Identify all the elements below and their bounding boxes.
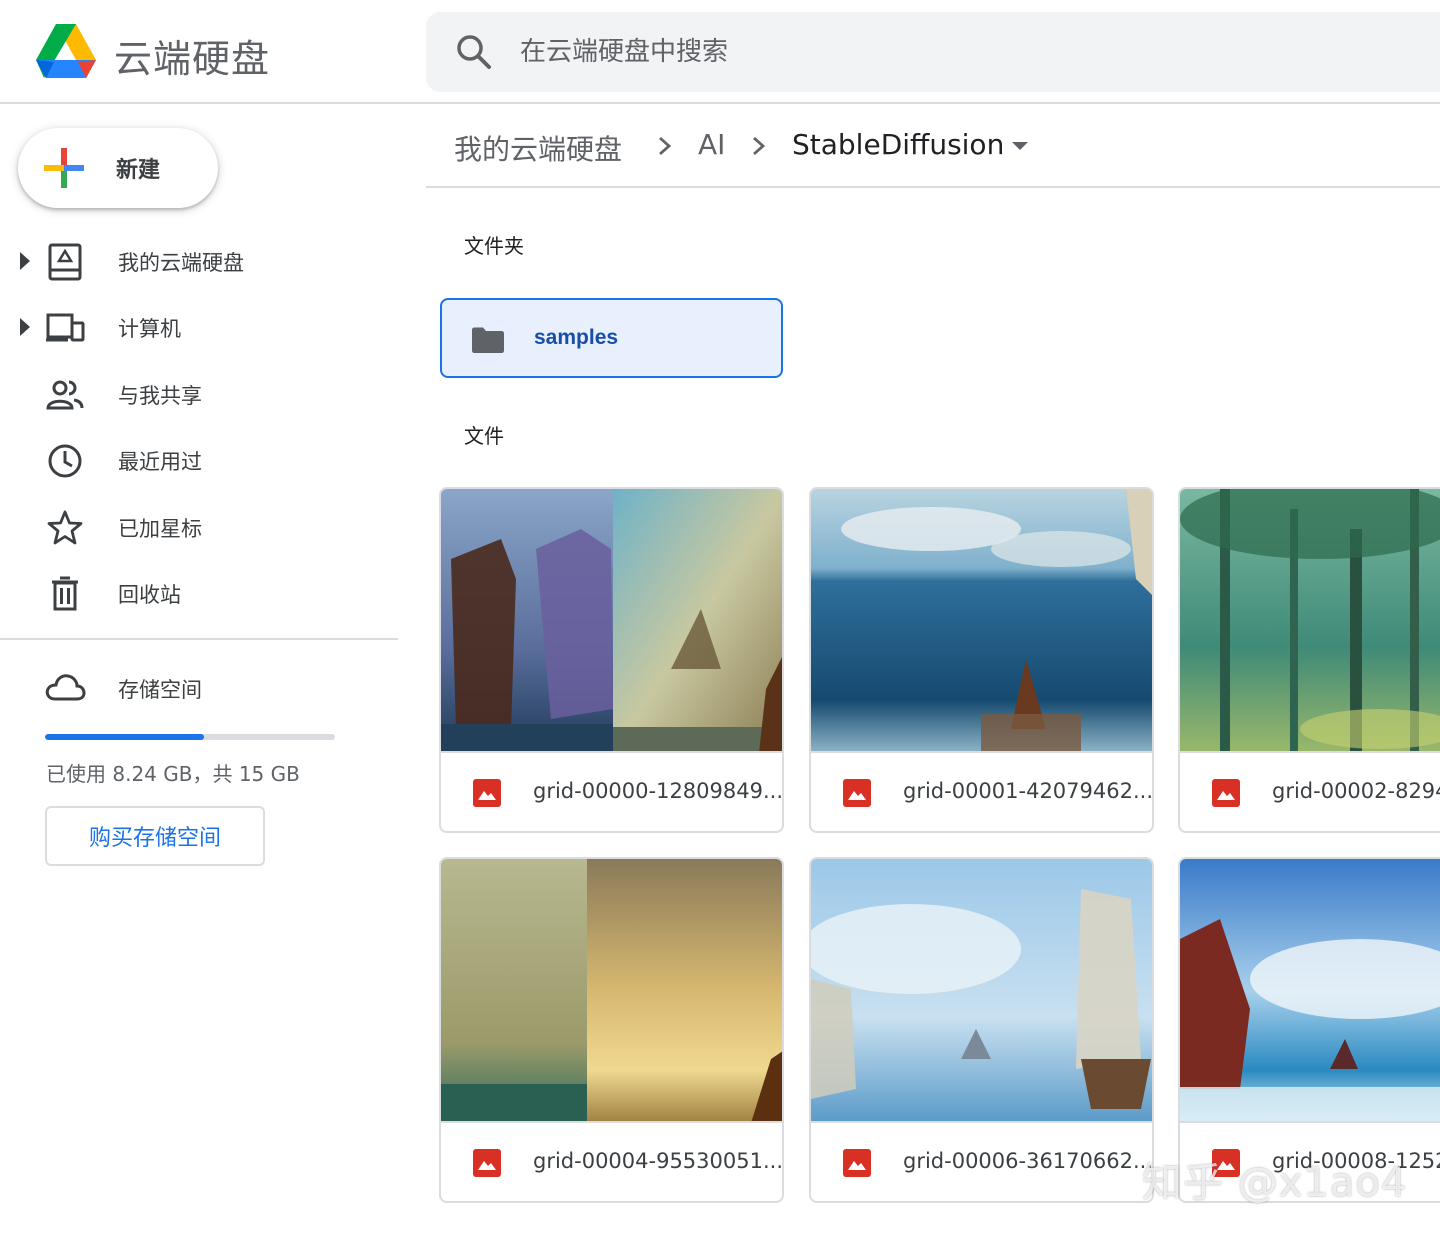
folders-section-label: 文件夹	[464, 234, 524, 258]
new-button[interactable]: 新建	[18, 128, 218, 208]
file-thumbnail	[441, 859, 782, 1123]
sidebar-item-shared-with-me[interactable]: 与我共享	[0, 361, 400, 427]
breadcrumb-item-my-drive[interactable]: 我的云端硬盘	[454, 128, 622, 168]
file-thumbnail	[441, 489, 782, 753]
file-thumbnail	[811, 489, 1152, 753]
sidebar-divider	[0, 638, 398, 640]
image-file-icon	[843, 1149, 871, 1177]
search-icon[interactable]	[454, 32, 494, 72]
file-name: grid-00000-12809849...	[533, 779, 784, 803]
sidebar-item-my-drive[interactable]: 我的云端硬盘	[0, 228, 400, 294]
sidebar-item-label: 与我共享	[118, 383, 202, 408]
new-button-label: 新建	[116, 158, 161, 183]
sidebar-item-trash[interactable]: 回收站	[0, 560, 400, 626]
thumbnail-image	[1180, 859, 1440, 1121]
image-file-icon	[843, 779, 871, 807]
file-card[interactable]: grid-00000-12809849...	[439, 487, 784, 833]
thumbnail-image	[441, 859, 782, 1121]
drive-logo-icon[interactable]	[34, 22, 98, 80]
my-drive-icon	[48, 243, 82, 281]
search-input[interactable]	[520, 26, 1220, 78]
thumbnail-image	[811, 489, 1152, 751]
star-icon	[47, 510, 83, 544]
folder-icon	[472, 327, 504, 353]
sidebar-item-label: 已加星标	[118, 516, 202, 541]
thumbnail-image	[811, 859, 1152, 1121]
clock-icon	[48, 444, 82, 478]
sidebar-item-label: 回收站	[118, 582, 181, 607]
storage-progress-bar	[45, 734, 335, 740]
breadcrumb-item-ai[interactable]: AI	[698, 128, 725, 161]
folder-name: samples	[534, 326, 619, 349]
top-bar: 云端硬盘	[0, 0, 1440, 104]
file-thumbnail	[1180, 489, 1440, 753]
file-thumbnail	[1180, 859, 1440, 1123]
sidebar-item-label: 计算机	[118, 317, 181, 342]
expand-arrow-icon[interactable]	[20, 252, 30, 270]
image-file-icon	[473, 1149, 501, 1177]
file-thumbnail	[811, 859, 1152, 1123]
app-title: 云端硬盘	[114, 37, 271, 81]
sidebar-item-label: 我的云端硬盘	[118, 251, 244, 275]
file-name: grid-00004-95530051...	[533, 1149, 784, 1173]
shared-with-me-icon	[46, 380, 84, 410]
image-file-icon	[1212, 779, 1240, 807]
storage-usage-text: 已使用 8.24 GB，共 15 GB	[46, 762, 300, 786]
plus-icon	[44, 148, 84, 188]
storage-label[interactable]: 存储空间	[118, 674, 202, 704]
storage-progress-fill	[45, 734, 205, 740]
file-card[interactable]: grid-00006-36170662...	[809, 857, 1154, 1203]
expand-arrow-icon[interactable]	[20, 318, 30, 337]
cloud-icon	[45, 674, 86, 701]
image-file-icon	[473, 779, 501, 807]
sidebar-item-starred[interactable]: 已加星标	[0, 494, 400, 560]
computers-icon	[46, 313, 85, 342]
breadcrumb-item-current[interactable]: StableDiffusion	[792, 128, 1004, 161]
chevron-down-icon[interactable]	[1012, 142, 1028, 150]
file-name: grid-00006-36170662...	[903, 1149, 1154, 1173]
file-name: grid-00002-82947	[1272, 779, 1440, 803]
file-card[interactable]: grid-00004-95530051...	[439, 857, 784, 1203]
thumbnail-image	[441, 489, 782, 751]
sidebar-item-computers[interactable]: 计算机	[0, 294, 400, 360]
trash-icon	[52, 576, 78, 611]
folder-card[interactable]: samples	[440, 298, 783, 378]
search-bar[interactable]	[426, 12, 1440, 92]
sidebar-nav: 我的云端硬盘 计算机 与我共享 最近用过 已加星标 回收站	[0, 228, 400, 626]
chevron-right-icon	[659, 136, 672, 156]
sidebar-item-label: 最近用过	[118, 450, 202, 475]
files-section-label: 文件	[464, 424, 504, 448]
watermark: 知乎 @x1ao4	[1142, 1160, 1408, 1206]
buy-storage-button[interactable]: 购买存储空间	[45, 806, 265, 866]
file-card[interactable]: grid-00002-82947	[1178, 487, 1440, 833]
chevron-right-icon	[753, 136, 766, 156]
thumbnail-image	[1180, 489, 1440, 751]
file-card[interactable]: grid-00001-42079462...	[809, 487, 1154, 833]
file-name: grid-00001-42079462...	[903, 779, 1154, 803]
sidebar-item-recent[interactable]: 最近用过	[0, 427, 400, 493]
breadcrumb: 我的云端硬盘 AI StableDiffusion	[426, 104, 1440, 188]
